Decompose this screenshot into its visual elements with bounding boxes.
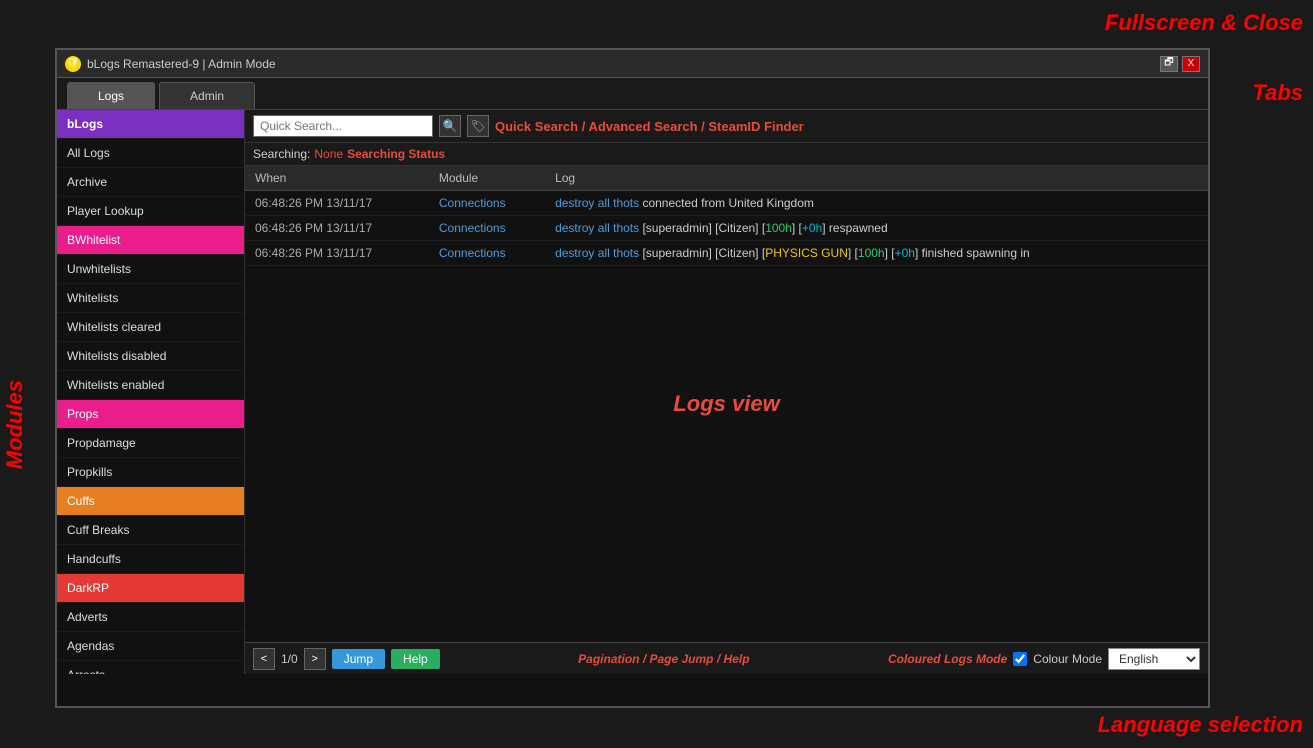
sidebar-item-whitelists-enabled[interactable]: Whitelists enabled: [57, 371, 244, 400]
sidebar-item-bwhitelist[interactable]: BWhitelist: [57, 226, 244, 255]
sidebar-item-cuffs[interactable]: Cuffs: [57, 487, 244, 516]
log-part: 100h: [765, 221, 792, 235]
sidebar-item-propdamage[interactable]: Propdamage: [57, 429, 244, 458]
language-select[interactable]: English French German Spanish Russian: [1108, 648, 1200, 670]
tab-bar: Logs Admin: [57, 78, 1208, 110]
close-button[interactable]: X: [1182, 56, 1200, 72]
status-text: Searching Status: [347, 147, 445, 161]
log-part: ] [: [848, 246, 858, 260]
log-part: [superadmin] [Citizen] [: [639, 221, 765, 235]
title-bar-controls: 🗗 X: [1160, 56, 1200, 72]
colour-mode-text: Colour Mode: [1033, 652, 1102, 666]
log-part: ] [: [792, 221, 802, 235]
sidebar-item-handcuffs[interactable]: Handcuffs: [57, 545, 244, 574]
log-part: United Kingdom: [729, 196, 814, 210]
modules-corner-label: Modules: [2, 380, 28, 469]
log-table: When Module Log 06:48:26 PM 13/11/17Conn…: [245, 166, 1208, 266]
none-text: None: [314, 147, 343, 161]
help-button[interactable]: Help: [391, 649, 440, 669]
colour-logs-mode-label: Coloured Logs Mode: [888, 652, 1007, 666]
sidebar-item-cuff-breaks[interactable]: Cuff Breaks: [57, 516, 244, 545]
sidebar-item-adverts[interactable]: Adverts: [57, 603, 244, 632]
page-info: 1/0: [281, 652, 298, 666]
sidebar-item-unwhitelists[interactable]: Unwhitelists: [57, 255, 244, 284]
log-part: ] respawned: [822, 221, 887, 235]
search-title: Quick Search / Advanced Search / SteamID…: [495, 119, 804, 134]
log-part: ] [: [885, 246, 895, 260]
sidebar-item-whitelists[interactable]: Whitelists: [57, 284, 244, 313]
tag-button[interactable]: 🏷: [467, 115, 489, 137]
sidebar-item-archive[interactable]: Archive: [57, 168, 244, 197]
sidebar-item-props[interactable]: Props: [57, 400, 244, 429]
sidebar-item-propkills[interactable]: Propkills: [57, 458, 244, 487]
searching-status-bar: Searching: None Searching Status: [245, 143, 1208, 166]
tabs-corner-label: Tabs: [1252, 80, 1303, 106]
log-part: destroy all thots: [555, 196, 639, 210]
cell-log: destroy all thots [superadmin] [Citizen]…: [545, 216, 1208, 241]
search-bar: 🔍 🏷 Quick Search / Advanced Search / Ste…: [245, 110, 1208, 143]
log-part: destroy all thots: [555, 246, 639, 260]
language-selection-corner-label: Language selection: [1098, 712, 1303, 738]
search-input[interactable]: [253, 115, 433, 137]
log-part: [superadmin] [Citizen] [: [639, 246, 765, 260]
log-part: +0h: [802, 221, 822, 235]
sidebar-item-whitelists-cleared[interactable]: Whitelists cleared: [57, 313, 244, 342]
sidebar-item-arrests[interactable]: Arrests: [57, 661, 244, 674]
log-part: connected from: [639, 196, 728, 210]
sidebar-item-player-lookup[interactable]: Player Lookup: [57, 197, 244, 226]
table-row: 06:48:26 PM 13/11/17Connectionsdestroy a…: [245, 241, 1208, 266]
sidebar: bLogs All Logs Archive Player Lookup BWh…: [57, 110, 245, 674]
main-panel: 🔍 🏷 Quick Search / Advanced Search / Ste…: [245, 110, 1208, 674]
fullscreen-close-label: Fullscreen & Close: [1105, 10, 1303, 36]
minimize-button[interactable]: 🗗: [1160, 56, 1178, 72]
cell-log: destroy all thots [superadmin] [Citizen]…: [545, 241, 1208, 266]
tab-admin[interactable]: Admin: [159, 82, 255, 109]
sidebar-item-darkrp[interactable]: DarkRP: [57, 574, 244, 603]
log-part: destroy all thots: [555, 221, 639, 235]
searching-label: Searching:: [253, 147, 310, 161]
sidebar-item-blogs[interactable]: bLogs: [57, 110, 244, 139]
table-row: 06:48:26 PM 13/11/17Connectionsdestroy a…: [245, 216, 1208, 241]
window-title: bLogs Remastered-9 | Admin Mode: [87, 57, 1160, 71]
col-header-log: Log: [545, 166, 1208, 191]
col-header-module: Module: [429, 166, 545, 191]
cell-log: destroy all thots connected from United …: [545, 191, 1208, 216]
cell-when: 06:48:26 PM 13/11/17: [245, 241, 429, 266]
cell-module: Connections: [429, 191, 545, 216]
log-content-wrapper: When Module Log 06:48:26 PM 13/11/17Conn…: [245, 166, 1208, 642]
search-button[interactable]: 🔍: [439, 115, 461, 137]
tab-logs[interactable]: Logs: [67, 82, 155, 109]
title-bar: 🛡 bLogs Remastered-9 | Admin Mode 🗗 X: [57, 50, 1208, 78]
main-window: 🛡 bLogs Remastered-9 | Admin Mode 🗗 X Lo…: [55, 48, 1210, 708]
log-part: PHYSICS GUN: [765, 246, 848, 260]
col-header-when: When: [245, 166, 429, 191]
content-area: bLogs All Logs Archive Player Lookup BWh…: [57, 110, 1208, 674]
table-row: 06:48:26 PM 13/11/17Connectionsdestroy a…: [245, 191, 1208, 216]
next-page-button[interactable]: >: [304, 648, 326, 670]
sidebar-item-all-logs[interactable]: All Logs: [57, 139, 244, 168]
window-icon: 🛡: [65, 56, 81, 72]
cell-module: Connections: [429, 216, 545, 241]
pagination-label: Pagination / Page Jump / Help: [446, 652, 882, 666]
jump-button[interactable]: Jump: [332, 649, 385, 669]
log-part: +0h: [895, 246, 915, 260]
sidebar-item-agendas[interactable]: Agendas: [57, 632, 244, 661]
sidebar-item-whitelists-disabled[interactable]: Whitelists disabled: [57, 342, 244, 371]
cell-when: 06:48:26 PM 13/11/17: [245, 216, 429, 241]
bottom-bar: < 1/0 > Jump Help Pagination / Page Jump…: [245, 642, 1208, 674]
log-part: ] finished spawning in: [915, 246, 1030, 260]
colour-mode-checkbox[interactable]: [1013, 652, 1027, 666]
cell-when: 06:48:26 PM 13/11/17: [245, 191, 429, 216]
log-part: 100h: [858, 246, 885, 260]
log-table-container[interactable]: When Module Log 06:48:26 PM 13/11/17Conn…: [245, 166, 1208, 642]
cell-module: Connections: [429, 241, 545, 266]
prev-page-button[interactable]: <: [253, 648, 275, 670]
